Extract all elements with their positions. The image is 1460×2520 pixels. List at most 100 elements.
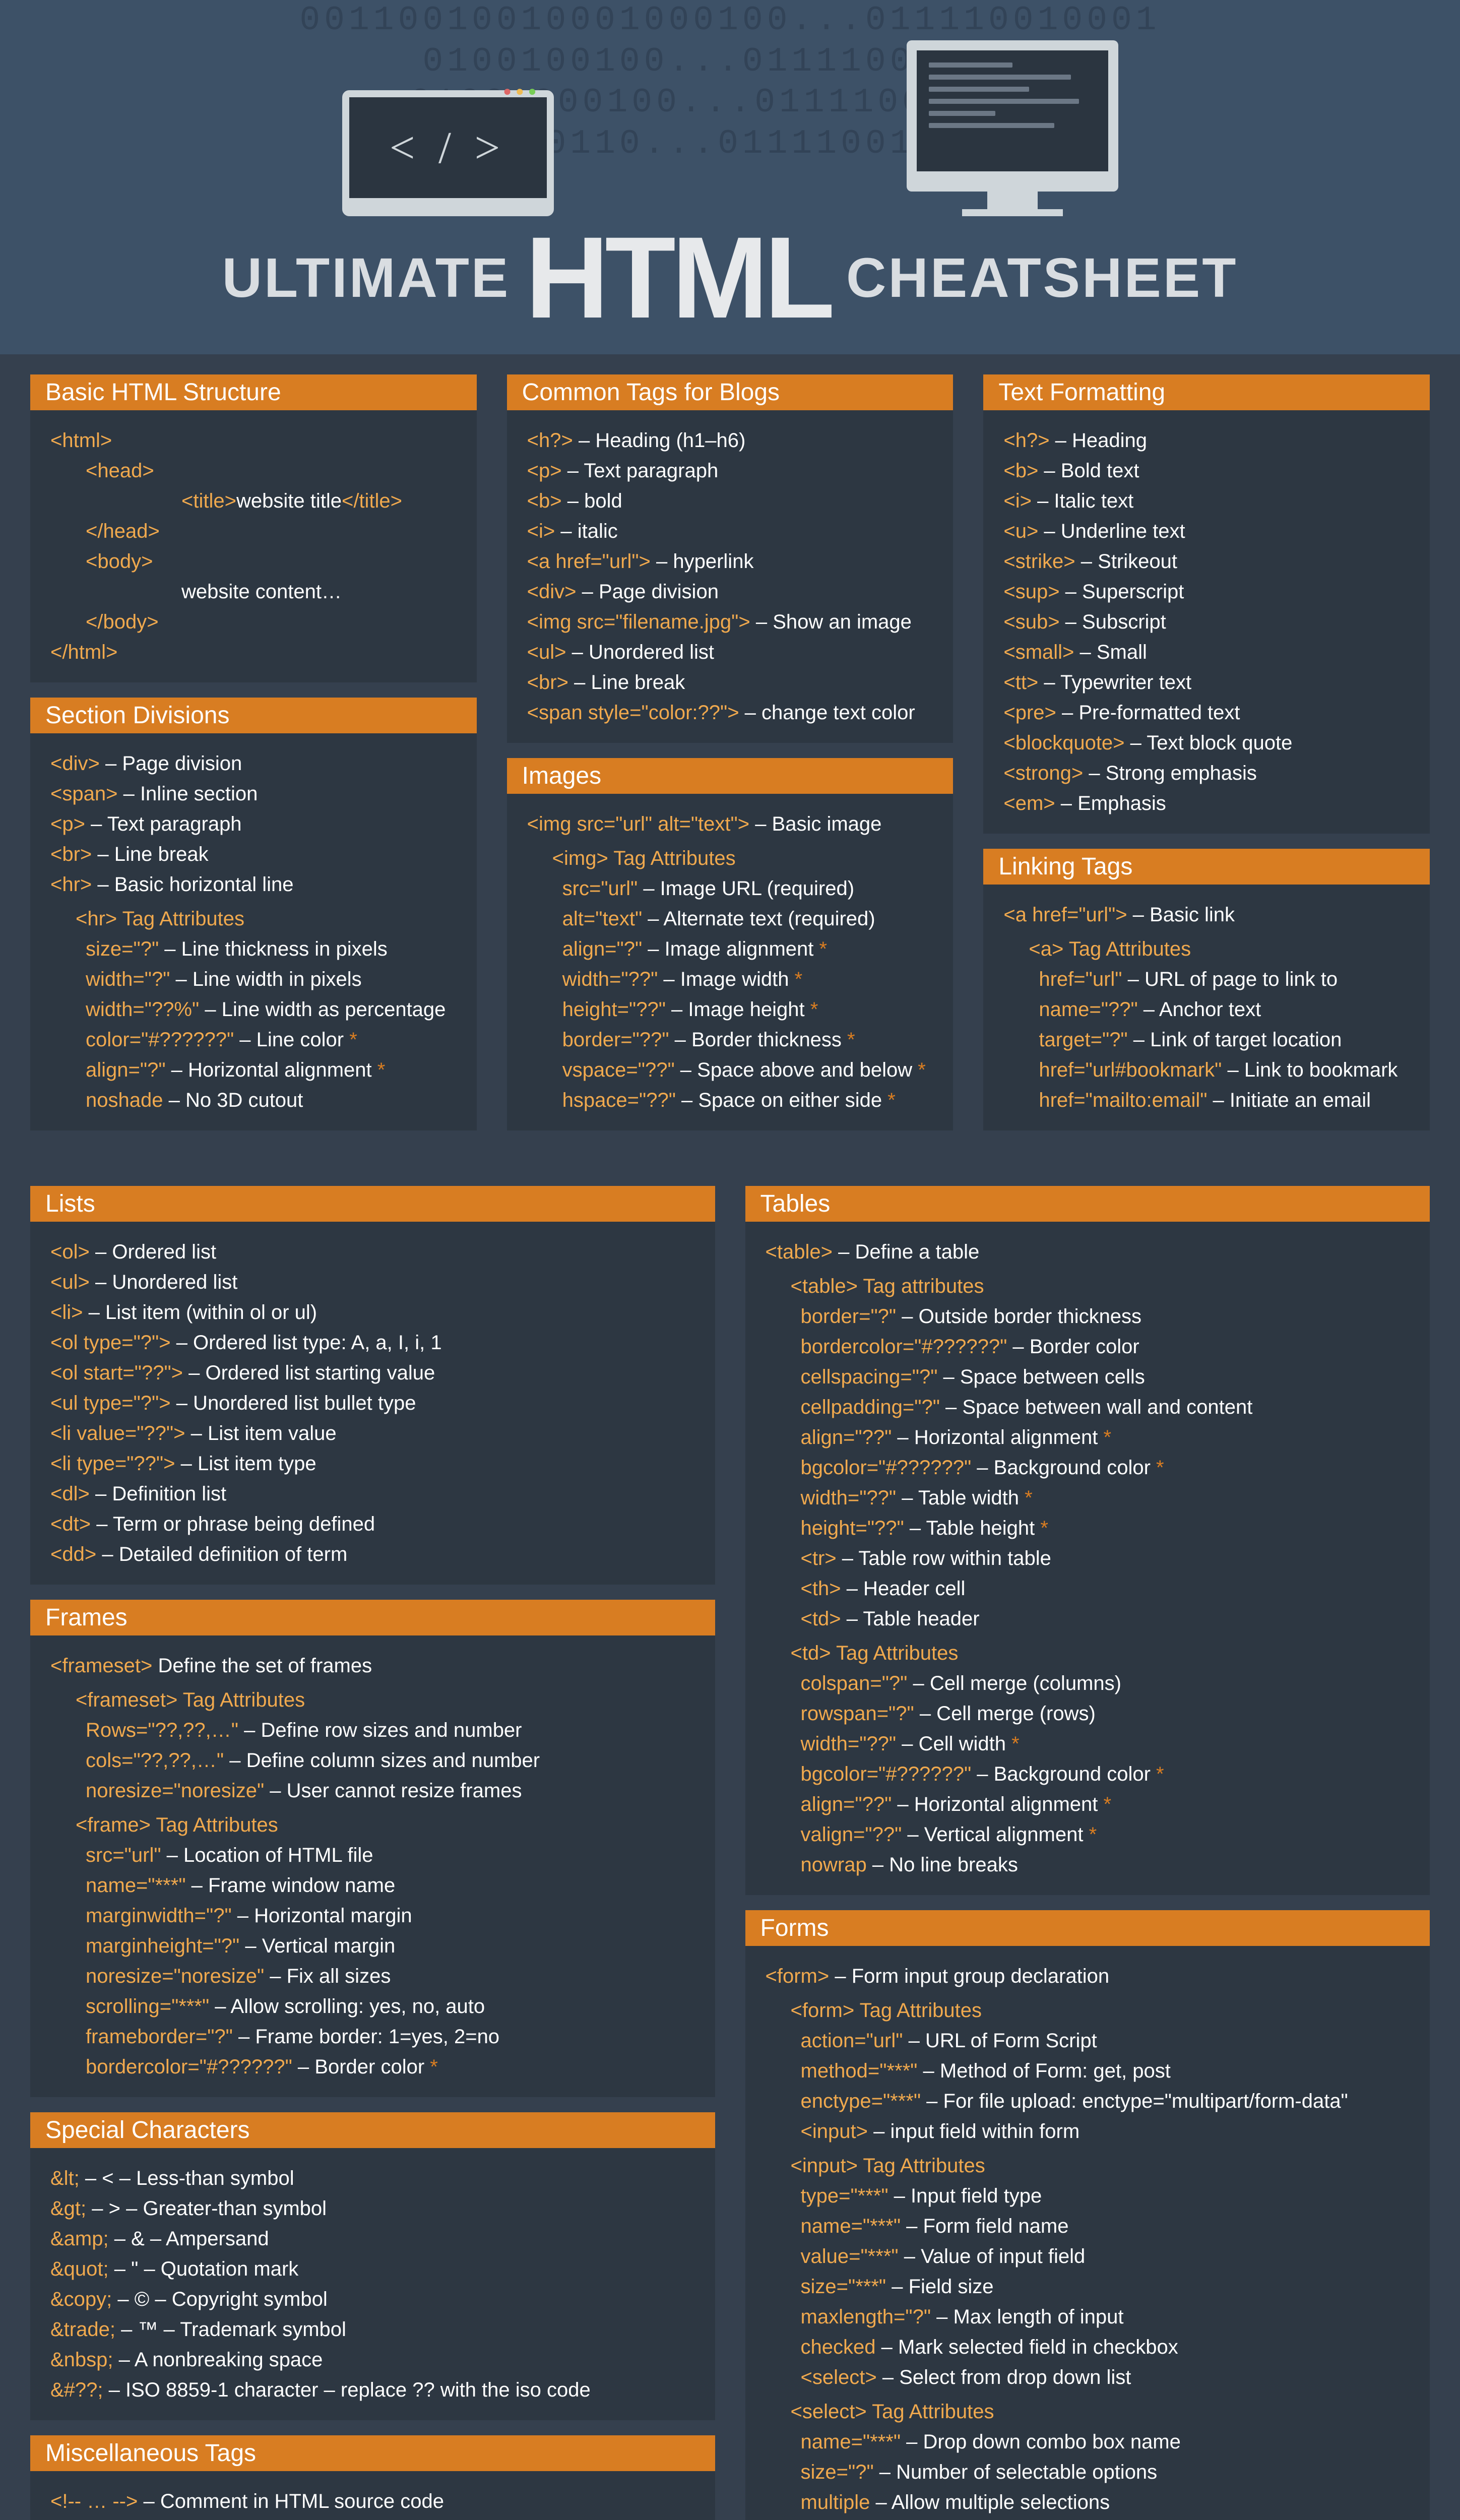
desc-text: – Strikeout [1075,550,1177,573]
tag-text: rowspan="?" [801,1703,914,1725]
desc-text: website content… [181,581,342,603]
desc-text: – List item (within ol or ul) [83,1301,318,1324]
code-line: align="??" – Horizontal alignment * [766,1789,1410,1819]
card-linking: Linking Tags <a href="url"> – Basic link… [983,849,1430,1130]
tag-text: method="***" [801,2060,918,2082]
tag-text: size="?" [86,938,159,960]
tag-text: <tt> [1003,671,1038,694]
code-line: <h?> – Heading (h1–h6) [527,425,933,456]
tag-text: enctype="***" [801,2090,921,2112]
desc-text: – Fix all sizes [264,1965,391,1987]
tag-text: align="??" [801,1793,892,1815]
desc-text: – Alternate text (required) [642,908,875,930]
code-line: marginwidth="?" – Horizontal margin [50,1901,695,1931]
tag-text: <i> [527,520,555,542]
desc-text: – Superscript [1060,581,1184,603]
tag-text: <em> [1003,792,1055,814]
tag-text: <frameset> [50,1655,152,1677]
tag-text: target="?" [1039,1029,1127,1051]
tag-text: colspan="?" [801,1672,908,1694]
code-line: <tt> – Typewriter text [1003,667,1410,698]
tag-text: valign="??" [801,1823,902,1846]
card-header: Frames [30,1600,715,1635]
main-title: ULTIMATE HTML CHEATSHEET [0,231,1460,324]
card-lists: Lists <ol> – Ordered list<ul> – Unordere… [30,1186,715,1585]
card-header: Section Divisions [30,698,477,733]
code-line: scrolling="***" – Allow scrolling: yes, … [50,1991,695,2022]
desc-text: – Unordered list [90,1271,237,1293]
tag-text: <b> [527,490,562,512]
desc-text: – Heading [1050,429,1147,452]
tag-text: <li value="??"> [50,1422,185,1444]
code-line: &quot; – " – Quotation mark [50,2254,695,2284]
tag-text: align="??" [801,1426,892,1448]
tag-text: <div> [50,752,100,775]
code-line: <span style="color:??"> – change text co… [527,698,933,728]
card-header: Images [507,758,954,794]
desc-text: – Horizontal alignment [892,1426,1103,1448]
code-line: <u> – Underline text [1003,516,1410,546]
desc-text: – Basic image [749,813,881,835]
tag-text: <strong> [1003,762,1083,784]
desc-text: – Space on either side [676,1089,887,1111]
card-body: <div> – Page division<span> – Inline sec… [30,733,477,1130]
desc-text: – Strong emphasis [1083,762,1257,784]
code-line: <li value="??"> – List item value [50,1418,695,1448]
code-line: <li> – List item (within ol or ul) [50,1297,695,1328]
tag-text: height="??" [562,998,666,1021]
desc-text: – Line width as percentage [199,998,446,1021]
card-body: &lt; – < – Less-than symbol&gt; – > – Gr… [30,2148,715,2420]
code-line: <li type="??"> – List item type [50,1448,695,1479]
tag-text: value="***" [801,2245,899,2267]
desc-text: – Bold text [1038,460,1139,482]
code-line: href="url#bookmark" – Link to bookmark [1003,1055,1410,1085]
desc-text: – Value of input field [899,2245,1086,2267]
desc-text: Define the set of frames [152,1655,372,1677]
code-line: name="??" – Anchor text [1003,994,1410,1025]
code-line: <head> [50,456,457,486]
code-line: <hr> – Basic horizontal line [50,869,457,900]
tag-text: &trade; [50,2318,115,2341]
code-line: height="??" – Image height * [527,994,933,1025]
tag-text: nowrap [801,1854,867,1876]
code-line: hspace="??" – Space on either side * [527,1085,933,1115]
code-line: noresize="noresize" – User cannot resize… [50,1776,695,1806]
desc-text: – Location of HTML file [161,1844,373,1866]
tag-text: scrolling="***" [86,1995,209,2018]
tag-text: &gt; [50,2197,86,2220]
desc-text: – Horizontal margin [232,1905,412,1927]
code-line: <input> – input field within form [766,2116,1410,2147]
desc-text: – Pre-formatted text [1056,702,1240,724]
code-line: border="?" – Outside border thickness [766,1301,1410,1332]
code-line: <blockquote> – Text block quote [1003,728,1410,758]
code-line: &nbsp; – A nonbreaking space [50,2345,695,2375]
tag-text: marginheight="?" [86,1935,239,1957]
desc-text: – Link of target location [1128,1029,1342,1051]
code-line: <td> – Table header [766,1604,1410,1634]
code-line: bordercolor="#??????" – Border color * [50,2052,695,2082]
desc-text: – Form input group declaration [829,1965,1109,1987]
desc-text: – Unordered list bullet type [171,1392,416,1414]
card-header: Miscellaneous Tags [30,2435,715,2471]
desc-text: – Show an image [750,611,912,633]
desc-text: – A nonbreaking space [113,2349,323,2371]
card-body: <form> – Form input group declaration<fo… [745,1946,1430,2520]
tag-text: <li> [50,1301,83,1324]
card-tables: Tables <table> – Define a table<table> T… [745,1186,1430,1895]
desc-text: – Comment in HTML source code [138,2490,444,2512]
desc-text: – Initiate an email [1207,1089,1371,1111]
tag-text: <sup> [1003,581,1059,603]
code-line: rowspan="?" – Cell merge (rows) [766,1698,1410,1729]
code-line: width="??%" – Line width as percentage [50,994,457,1025]
code-line: <b> – bold [527,486,933,516]
tag-text: <br> [50,843,92,865]
card-header: Basic HTML Structure [30,374,477,410]
desc-text: – Horizontal alignment [166,1059,377,1081]
code-line: <th> – Header cell [766,1573,1410,1604]
code-line: action="url" – URL of Form Script [766,2026,1410,2056]
tag-text: &lt; [50,2167,80,2189]
tag-text: <dd> [50,1543,96,1565]
code-line: align="?" – Horizontal alignment * [50,1055,457,1085]
desc-text: – Vertical margin [239,1935,395,1957]
attr-group-title: <img> Tag Attributes [527,843,933,873]
